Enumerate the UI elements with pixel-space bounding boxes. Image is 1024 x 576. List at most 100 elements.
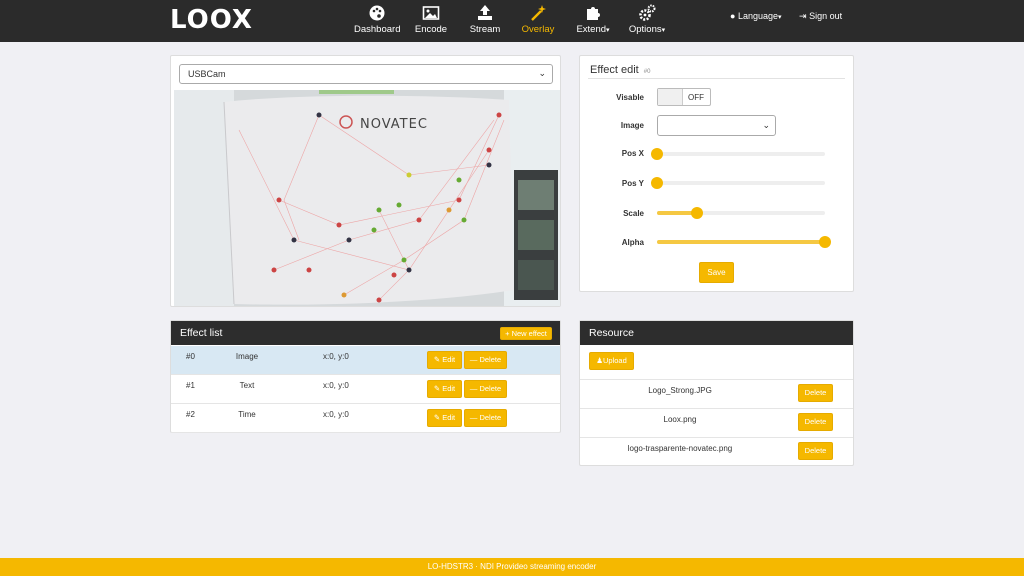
effect-list-panel: Effect list + New effect #0 Image x:0, y:0…: [170, 320, 561, 433]
top-navbar: LOOX Dashboard Encode Stream Overlay Ext…: [0, 0, 1024, 42]
resource-filename: Loox.png: [663, 415, 697, 424]
minus-icon: —: [469, 413, 478, 422]
effect-type: Image: [235, 352, 259, 361]
edit-label: Edit: [442, 384, 456, 393]
slider-thumb[interactable]: [819, 236, 831, 248]
delete-button[interactable]: — Delete: [464, 409, 507, 427]
resource-row: Loox.png Delete: [580, 408, 853, 437]
image-icon: [422, 6, 440, 20]
nav-overlay[interactable]: Overlay: [518, 4, 558, 40]
upload-icon: [478, 5, 492, 20]
resource-filename: Logo_Strong.JPG: [648, 386, 712, 395]
delete-label: Delete: [479, 355, 502, 364]
resource-header: Resource: [580, 321, 853, 345]
upload-button[interactable]: ♟Upload: [589, 352, 634, 370]
preview-brand-text: NOVATEC: [360, 117, 428, 132]
palette-icon: [369, 5, 385, 21]
effect-position: x:0, y:0: [323, 410, 349, 419]
image-label: Image: [620, 121, 644, 130]
chevron-down-icon: ⌄: [762, 120, 770, 130]
language-menu[interactable]: ● Language▾: [730, 11, 782, 21]
nav-extend[interactable]: Extend▾: [574, 4, 612, 40]
effect-edit-title: Effect edit #0: [590, 64, 650, 76]
alpha-slider[interactable]: [657, 236, 831, 248]
visable-toggle[interactable]: OFF: [657, 88, 711, 106]
resource-row: Logo_Strong.JPG Delete: [580, 379, 853, 408]
delete-label: Delete: [479, 413, 502, 422]
chevron-down-icon: ⌄: [538, 68, 546, 78]
effect-row[interactable]: #0 Image x:0, y:0 ✎ Edit — Delete: [171, 346, 560, 375]
effect-edit-panel: Effect edit #0 Visable OFF Image ⌄ Pos X…: [579, 55, 854, 292]
delete-button[interactable]: — Delete: [464, 351, 507, 369]
toggle-knob: [658, 89, 683, 105]
effect-type: Time: [238, 410, 256, 419]
toggle-state: OFF: [688, 93, 704, 102]
edit-icon: ✎: [433, 384, 441, 393]
image-select[interactable]: ⌄: [657, 115, 776, 136]
loox-logo[interactable]: LOOX: [170, 5, 253, 35]
effect-edit-index: #0: [643, 69, 651, 75]
posy-slider[interactable]: [651, 177, 825, 189]
puzzle-icon: [587, 7, 600, 20]
globe-icon: ●: [730, 11, 736, 21]
effect-type: Text: [239, 381, 255, 390]
scale-label: Scale: [623, 209, 644, 218]
language-label: Language: [737, 11, 778, 21]
chevron-down-icon: ▾: [661, 27, 666, 34]
slider-thumb[interactable]: [651, 177, 663, 189]
chevron-down-icon: ▾: [606, 27, 610, 34]
edit-icon: ✎: [433, 413, 441, 422]
scale-slider[interactable]: [657, 207, 825, 219]
effect-row[interactable]: #1 Text x:0, y:0 ✎ Edit — Delete: [171, 375, 560, 404]
posx-slider[interactable]: [651, 148, 825, 160]
signout-icon: ⇥: [799, 11, 807, 21]
signout-link[interactable]: ⇥ Sign out: [799, 11, 842, 22]
resource-filename: logo-trasparente-novatec.png: [627, 444, 733, 453]
camera-source-select[interactable]: USBCam ⌄: [179, 64, 553, 84]
effect-list-title: Effect list: [180, 327, 223, 339]
posx-label: Pos X: [621, 149, 644, 158]
nav-label: Overlay: [521, 24, 555, 35]
edit-button[interactable]: ✎ Edit: [427, 351, 462, 369]
minus-icon: —: [469, 355, 478, 364]
slider-thumb[interactable]: [691, 207, 704, 219]
magic-wand-icon: [531, 5, 546, 21]
edit-label: Edit: [442, 355, 456, 364]
slider-thumb[interactable]: [651, 148, 663, 160]
delete-button[interactable]: — Delete: [464, 380, 507, 398]
nav-options[interactable]: Options▾: [626, 4, 668, 40]
new-effect-button[interactable]: + New effect: [500, 327, 552, 340]
edit-button[interactable]: ✎ Edit: [427, 409, 462, 427]
effect-id: #1: [186, 381, 195, 390]
signout-label: Sign out: [809, 11, 843, 21]
effect-row[interactable]: #2 Time x:0, y:0 ✎ Edit — Delete: [171, 404, 560, 433]
delete-resource-button[interactable]: Delete: [798, 384, 833, 402]
nav-encode[interactable]: Encode: [413, 4, 449, 40]
resource-panel: Resource ♟Upload Logo_Strong.JPG Delete Lo…: [579, 320, 854, 466]
effect-list-header: Effect list + New effect: [171, 321, 560, 345]
gears-icon: [639, 4, 656, 21]
nav-dashboard[interactable]: Dashboard: [354, 4, 400, 40]
nav-label: Extend: [576, 24, 607, 35]
minus-icon: —: [469, 384, 478, 393]
effect-position: x:0, y:0: [323, 352, 349, 361]
slider-fill: [657, 240, 825, 244]
nav-label: Stream: [469, 24, 501, 35]
effect-id: #2: [186, 410, 195, 419]
delete-resource-button[interactable]: Delete: [798, 413, 833, 431]
nav-stream[interactable]: Stream: [467, 4, 503, 40]
user-upload-icon: ♟: [596, 356, 603, 365]
alpha-label: Alpha: [621, 238, 644, 247]
delete-resource-button[interactable]: Delete: [798, 442, 833, 460]
resource-title: Resource: [589, 327, 634, 339]
nav-label: Dashboard: [354, 24, 401, 35]
save-button[interactable]: Save: [699, 262, 734, 283]
effect-id: #0: [186, 352, 195, 361]
camera-source-value: USBCam: [188, 69, 226, 79]
posy-label: Pos Y: [621, 179, 644, 188]
edit-button[interactable]: ✎ Edit: [427, 380, 462, 398]
edit-label: Edit: [442, 413, 456, 422]
edit-icon: ✎: [433, 355, 441, 364]
footer-text: LO-HDSTR3 · NDI Provideo streaming encod…: [427, 562, 597, 571]
camera-preview-image: NOVATEC: [174, 90, 560, 306]
